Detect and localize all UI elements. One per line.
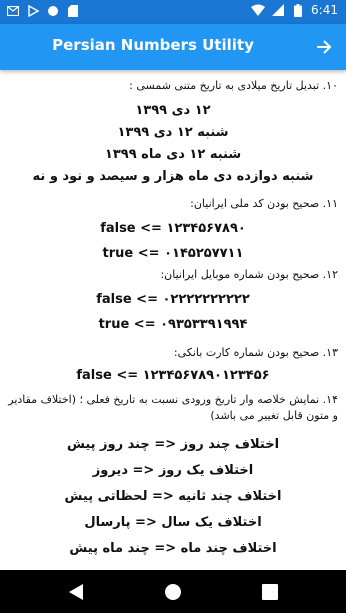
result-line: اختلاف یک روز <= دیروز [92,463,254,478]
result-line: اختلاف یک سال <= پارسال [84,515,262,530]
play-store-icon [26,4,40,18]
content-scroll[interactable]: ۱۰. تبدیل تاریخ میلادی به تاریخ متنی شمس… [0,70,346,570]
sd-card-icon [66,4,80,18]
recents-icon[interactable] [258,580,282,604]
back-icon[interactable] [64,580,88,604]
result-line: اختلاف چند ماه <= چند ماه پیش [69,541,277,556]
section-bank-card: ۱۳. صحیح بودن شماره کارت بانکی: false <=… [8,345,338,387]
system-icons: 6:41 [251,3,338,17]
section-time-ago: ۱۴. نمایش خلاصه وار تاریخ ورودی نسبت به … [8,392,338,570]
result-line: false <= ۱۲۳۴۵۶۷۸۹۰ [100,221,246,236]
section-heading: ۱۴. نمایش خلاصه وار تاریخ ورودی نسبت به … [8,393,338,422]
battery-icon [291,3,305,17]
result-line: true <= ۰۹۳۵۳۳۹۱۹۹۴ [98,317,248,332]
result-line: و ... [8,562,338,570]
section-heading: ۱۰. تبدیل تاریخ میلادی به تاریخ متنی شمس… [129,79,338,92]
result-line: اختلاف چند روز <= چند روز پیش [66,437,280,452]
app-bar: Persian Numbers Utility [0,24,346,70]
section-national-code: ۱۱. صحیح بودن کد ملی ایرانیان: false <= … [8,196,338,266]
result-line: false <= ۰۲۲۲۲۲۲۲۲۲۲ [96,292,250,307]
arrow-forward-icon[interactable] [312,35,336,59]
signal-icon [271,3,285,17]
section-heading: ۱۱. صحیح بودن کد ملی ایرانیان: [190,197,338,210]
status-time: 6:41 [311,3,338,17]
navigation-bar [0,570,346,613]
circle-icon [46,4,60,18]
section-heading: ۱۲. صحیح بودن شماره موبایل ایرانیان: [160,268,338,281]
section-mobile: ۱۲. صحیح بودن شماره موبایل ایرانیان: fal… [8,267,338,337]
section-date: ۱۰. تبدیل تاریخ میلادی به تاریخ متنی شمس… [8,78,338,188]
notification-icons [6,4,80,18]
wifi-icon [251,3,266,17]
app-title: Persian Numbers Utility [52,36,254,54]
result-line: شنبه ۱۲ دی ۱۳۹۹ [117,125,229,140]
result-line: شنبه دوازده دی ماه هزار و سیصد و نود و ن… [32,169,314,184]
home-icon[interactable] [161,580,185,604]
result-line: false <= ۱۲۳۴۵۶۷۸۹۰۱۲۳۴۵۶ [76,368,270,383]
result-line: اختلاف چند ثانیه <= لحظاتی پیش [64,489,282,504]
status-bar: 6:41 [0,0,346,24]
result-line: true <= ۰۱۴۵۲۵۷۷۱۱ [102,246,244,261]
mail-icon [6,4,20,18]
section-heading: ۱۳. صحیح بودن شماره کارت بانکی: [173,346,338,359]
result-line: شنبه ۱۲ دی ماه ۱۳۹۹ [104,147,242,162]
result-line: ۱۲ دی ۱۳۹۹ [135,103,211,118]
